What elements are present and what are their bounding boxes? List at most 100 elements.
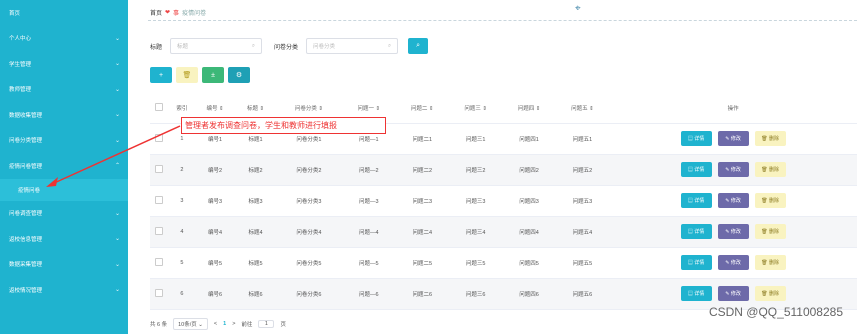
sidebar-item[interactable]: 数据收集管理 ⌄ xyxy=(0,102,128,128)
table-cell: 标题2 xyxy=(235,154,276,186)
page-size-select[interactable]: 10条/页 ⌄ xyxy=(173,318,208,330)
table-cell: 问题三3 xyxy=(448,185,503,217)
table-cell: 问题三1 xyxy=(448,123,503,155)
sidebar-item[interactable]: 首页 xyxy=(0,0,128,26)
chevron-icon: ⌃ xyxy=(114,163,120,170)
title-placeholder: 标题 xyxy=(177,44,189,50)
sidebar-item[interactable]: 学生管理 ⌄ xyxy=(0,51,128,77)
add-button[interactable]: + xyxy=(150,67,172,83)
main-content: 首页 ❤ 事 疫情问卷 标题 标题 ⌕ 问卷分类 问卷分类 ⌕ ⌕ + 🗑 ± … xyxy=(128,0,857,334)
table-cell: 问卷分类5 xyxy=(275,247,343,279)
table-row: 3 编号3 标题3 问卷分类3 问题—3 问题二3 问题三3 问题四3 问题五3 ▤ 详情 ✎ 修改… xyxy=(150,185,857,217)
table-cell: 问题三4 xyxy=(448,216,503,248)
row-checkbox[interactable] xyxy=(155,164,164,173)
detail-button[interactable]: ▤ 详情 xyxy=(680,193,712,208)
search-icon: ⌕ xyxy=(387,42,392,49)
chevron-icon: ⌄ xyxy=(114,35,120,42)
goto-label: 前往 xyxy=(241,322,253,328)
column-header[interactable]: 问题二 ⇕ xyxy=(395,93,449,124)
sidebar-item[interactable]: 返校情况管理 ⌄ xyxy=(0,277,128,303)
delete-button[interactable]: 🗑 删除 xyxy=(754,193,786,208)
column-header[interactable]: 问题五 ⇕ xyxy=(555,93,610,124)
edit-button[interactable]: ✎ 修改 xyxy=(717,286,749,301)
sidebar-item-label: 问卷调查管理 xyxy=(9,211,43,218)
table-cell: 问题二2 xyxy=(395,154,449,186)
detail-button[interactable]: ▤ 详情 xyxy=(680,162,712,177)
column-header[interactable]: 问题三 ⇕ xyxy=(448,93,503,124)
table-cell: 问题五5 xyxy=(555,247,610,279)
sidebar-subitem-survey[interactable]: 疫情问卷 xyxy=(0,178,128,201)
row-checkbox[interactable] xyxy=(155,257,164,266)
goto-page-input[interactable]: 1 xyxy=(258,320,275,328)
row-checkbox[interactable] xyxy=(155,133,164,142)
select-all-checkbox[interactable] xyxy=(155,102,164,111)
breadcrumb-current: 疫情问卷 xyxy=(182,11,207,17)
prev-page-button[interactable]: < xyxy=(214,321,217,327)
detail-button[interactable]: ▤ 详情 xyxy=(680,286,712,301)
table-cell: 问卷分类4 xyxy=(275,216,343,248)
sidebar-item[interactable]: 返校信息管理 ⌄ xyxy=(0,226,128,252)
table-cell: 问卷分类3 xyxy=(275,185,343,217)
breadcrumb-sep: 事 xyxy=(173,11,180,17)
category-placeholder: 问卷分类 xyxy=(313,44,336,50)
delete-button[interactable]: 🗑 删除 xyxy=(754,131,786,146)
row-select-cell xyxy=(150,278,169,310)
search-icon: ⌕ xyxy=(251,42,256,49)
table-cell: 3 xyxy=(168,185,195,217)
row-select-cell xyxy=(150,247,169,279)
row-checkbox[interactable] xyxy=(155,226,164,235)
next-page-button[interactable]: > xyxy=(232,321,235,327)
edit-button[interactable]: ✎ 修改 xyxy=(717,131,749,146)
sidebar-item-label: 返校情况管理 xyxy=(9,287,43,294)
sidebar-item[interactable]: 个人中心 ⌄ xyxy=(0,26,128,52)
heart-icon: ❤ xyxy=(165,10,171,16)
category-search-input[interactable]: 问卷分类 ⌕ xyxy=(306,38,399,54)
table-cell: 问题二3 xyxy=(395,185,449,217)
delete-button[interactable]: 🗑 删除 xyxy=(754,224,786,239)
column-header: 操作 xyxy=(609,93,857,124)
row-checkbox[interactable] xyxy=(155,288,164,297)
delete-button[interactable]: 🗑 删除 xyxy=(754,162,786,177)
table-cell: 标题3 xyxy=(235,185,276,217)
row-checkbox[interactable] xyxy=(155,195,164,204)
chevron-icon: ⌄ xyxy=(114,210,120,217)
sidebar-item[interactable]: 教师管理 ⌄ xyxy=(0,77,128,103)
sidebar-item-label: 个人中心 xyxy=(9,36,32,43)
chevron-icon: ⌄ xyxy=(114,61,120,68)
current-page[interactable]: 1 xyxy=(223,321,226,327)
table-cell: 问题三6 xyxy=(448,278,503,310)
breadcrumb-home[interactable]: 首页 xyxy=(150,8,162,17)
table-cell: 问题五6 xyxy=(555,278,610,310)
table-cell: 6 xyxy=(168,278,195,310)
watermark: CSDN @QQ_511008285 xyxy=(708,305,843,319)
sidebar-item[interactable]: 数据采集管理 ⌄ xyxy=(0,252,128,278)
sidebar-item[interactable]: 问卷调查管理 ⌄ xyxy=(0,201,128,227)
statistics-button[interactable]: ± xyxy=(202,67,224,83)
table-cell: 编号6 xyxy=(194,278,236,310)
batch-delete-button[interactable]: 🗑 xyxy=(176,67,198,83)
edit-button[interactable]: ✎ 修改 xyxy=(717,162,749,177)
table-cell: 问题—6 xyxy=(342,278,396,310)
search-icon: ⌕ xyxy=(416,42,420,49)
sidebar-item[interactable]: 疫情问卷管理 ⌃ xyxy=(0,153,128,179)
chevron-icon: ⌄ xyxy=(114,112,120,119)
table-cell: 问题四4 xyxy=(502,216,556,248)
settings-button[interactable]: ⚙ xyxy=(228,67,250,83)
edit-button[interactable]: ✎ 修改 xyxy=(717,255,749,270)
detail-button[interactable]: ▤ 详情 xyxy=(680,255,712,270)
detail-button[interactable]: ▤ 详情 xyxy=(680,224,712,239)
edit-button[interactable]: ✎ 修改 xyxy=(717,224,749,239)
delete-button[interactable]: 🗑 删除 xyxy=(754,286,786,301)
app-root: 首页 个人中心 ⌄ 学生管理 ⌄ 教师管理 ⌄ 数据收集管理 ⌄ 问卷分类管理 ⌄ 疫情问卷管理 ⌃ 疫情… xyxy=(0,0,857,334)
edit-button[interactable]: ✎ 修改 xyxy=(717,193,749,208)
delete-button[interactable]: 🗑 删除 xyxy=(754,255,786,270)
category-filter-label: 问卷分类 xyxy=(274,44,299,51)
table-cell: 问题三5 xyxy=(448,247,503,279)
sidebar-item-label: 问卷分类管理 xyxy=(9,138,43,145)
title-search-input[interactable]: 标题 ⌕ xyxy=(170,38,263,54)
row-select-cell xyxy=(150,185,169,217)
sidebar-item[interactable]: 问卷分类管理 ⌄ xyxy=(0,128,128,154)
column-header[interactable]: 问题四 ⇕ xyxy=(502,93,556,124)
detail-button[interactable]: ▤ 详情 xyxy=(680,131,712,146)
search-button[interactable]: ⌕ xyxy=(408,38,429,54)
